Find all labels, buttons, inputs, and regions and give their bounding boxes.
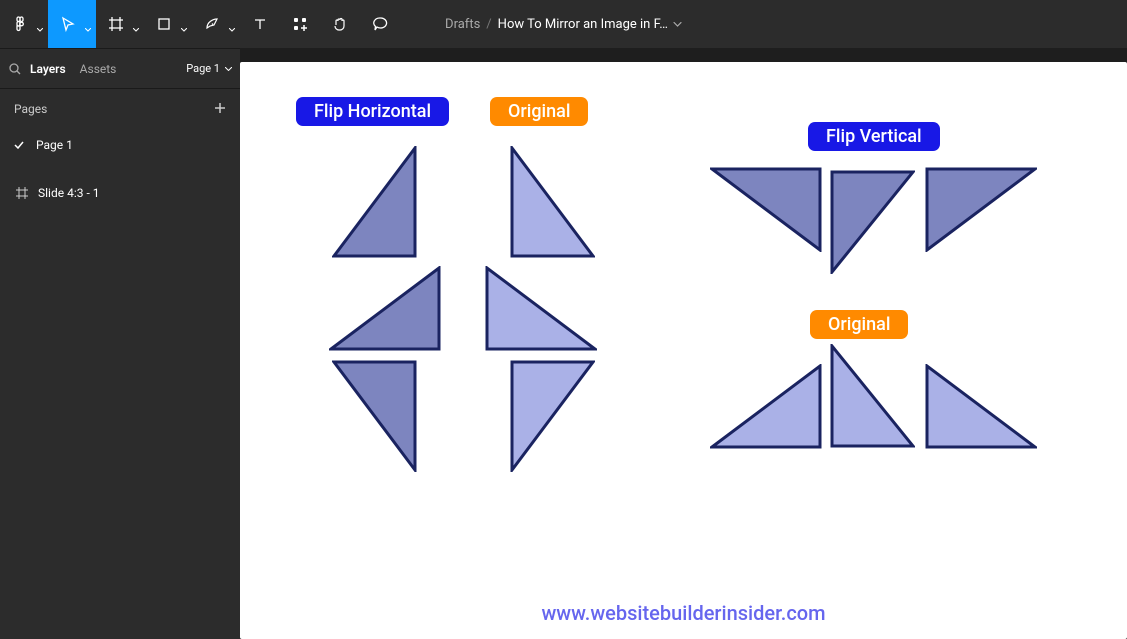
move-tool-button[interactable] <box>48 0 96 48</box>
page-selector[interactable]: Page 1 <box>186 62 232 75</box>
triangle-shape <box>830 170 915 274</box>
frame-icon <box>16 187 28 199</box>
cursor-icon <box>60 16 76 32</box>
chevron-down-icon <box>84 26 92 34</box>
label-flip-vertical: Flip Vertical <box>808 122 940 151</box>
triangle-shape <box>710 167 822 252</box>
comment-tool-button[interactable] <box>360 0 400 48</box>
pen-tool-button[interactable] <box>192 0 240 48</box>
frame-tool-button[interactable] <box>96 0 144 48</box>
document-title[interactable]: Drafts / How To Mirror an Image in F… <box>445 0 682 48</box>
chevron-down-icon[interactable] <box>674 20 682 28</box>
canvas-viewport[interactable]: Flip Horizontal Original Flip Vertical O… <box>240 48 1127 639</box>
resources-icon <box>292 16 308 32</box>
resources-tool-button[interactable] <box>280 0 320 48</box>
label-original-2: Original <box>810 310 908 339</box>
triangle-shape <box>332 360 417 472</box>
triangle-shape <box>332 146 417 258</box>
pages-header: Pages <box>0 89 240 129</box>
page-name: Page 1 <box>36 138 73 152</box>
footer-url: www.websitebuilderinsider.com <box>541 601 825 625</box>
hand-icon <box>332 16 348 32</box>
slide: Flip Horizontal Original Flip Vertical O… <box>240 62 1127 639</box>
search-icon[interactable] <box>8 62 22 76</box>
chevron-down-icon <box>180 26 188 34</box>
comment-icon <box>372 16 388 32</box>
breadcrumb-separator: / <box>486 17 491 32</box>
label-flip-horizontal: Flip Horizontal <box>296 97 449 126</box>
pages-header-label: Pages <box>14 102 47 116</box>
add-page-button[interactable] <box>214 102 226 117</box>
triangle-shape <box>925 167 1037 252</box>
hand-tool-button[interactable] <box>320 0 360 48</box>
chevron-down-icon <box>132 26 140 34</box>
chevron-down-icon <box>36 26 44 34</box>
page-row[interactable]: Page 1 <box>0 129 240 161</box>
triangle-shape <box>510 360 595 472</box>
triangle-shape <box>925 364 1037 449</box>
triangle-shape <box>830 344 915 448</box>
chevron-down-icon <box>228 26 236 34</box>
figma-logo-icon <box>12 16 28 32</box>
plus-icon <box>214 102 226 114</box>
tab-assets[interactable]: Assets <box>80 62 117 76</box>
shape-tool-button[interactable] <box>144 0 192 48</box>
triangle-shape <box>329 266 441 351</box>
page-selector-label: Page 1 <box>186 62 220 75</box>
pen-icon <box>204 16 220 32</box>
text-tool-button[interactable] <box>240 0 280 48</box>
frame-icon <box>108 16 124 32</box>
triangle-shape <box>510 146 595 258</box>
rectangle-icon <box>156 16 172 32</box>
check-icon <box>14 138 26 152</box>
left-sidebar: Layers Assets Page 1 Pages Page 1 <box>0 48 240 639</box>
tab-layers[interactable]: Layers <box>30 62 66 76</box>
canvas-frame[interactable]: Flip Horizontal Original Flip Vertical O… <box>240 62 1127 639</box>
chevron-down-icon <box>224 65 232 73</box>
breadcrumb-filename[interactable]: How To Mirror an Image in F… <box>498 17 668 32</box>
layer-row[interactable]: Slide 4:3 - 1 <box>8 177 232 209</box>
breadcrumb-drafts[interactable]: Drafts <box>445 17 480 32</box>
figma-menu-button[interactable] <box>0 0 48 48</box>
triangle-shape <box>710 364 822 449</box>
triangle-shape <box>485 266 597 351</box>
label-original-1: Original <box>490 97 588 126</box>
layer-name: Slide 4:3 - 1 <box>38 186 99 200</box>
text-icon <box>252 16 268 32</box>
top-toolbar: Drafts / How To Mirror an Image in F… <box>0 0 1127 48</box>
